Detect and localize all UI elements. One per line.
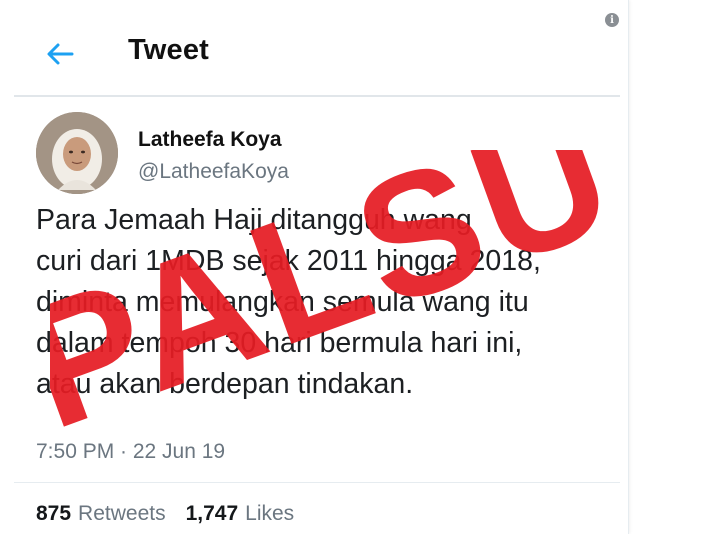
likes-label: Likes xyxy=(245,502,295,525)
retweets-count: 875 xyxy=(36,502,72,525)
tweet-text-line: curi dari 1MDB sejak 2011 hingga 2018, xyxy=(36,245,541,277)
author-name[interactable]: Latheefa Koya xyxy=(138,128,282,152)
likes-link[interactable]: 1,747 Likes xyxy=(186,502,295,526)
divider xyxy=(14,482,620,483)
divider xyxy=(14,95,620,97)
author-handle[interactable]: @LatheefaKoya xyxy=(138,160,289,184)
tweet-text-line: diminta memulangkan semula wang itu xyxy=(36,286,529,318)
retweets-link[interactable]: 875 Retweets xyxy=(36,502,166,526)
tweet-text-line: atau akan berdepan tindakan. xyxy=(36,368,414,400)
timestamp[interactable]: 7:50 PM · 22 Jun 19 xyxy=(36,440,225,464)
tweet-card: i Tweet Latheefa Koya @LatheefaKoya Para… xyxy=(0,0,629,534)
tweet-text-line: dalam tempoh 30 hari bermula hari ini, xyxy=(36,327,523,359)
likes-count: 1,747 xyxy=(185,502,239,525)
back-button[interactable] xyxy=(40,38,80,70)
arrow-left-icon xyxy=(47,43,74,65)
retweets-label: Retweets xyxy=(78,502,166,525)
avatar[interactable] xyxy=(36,112,118,194)
tweet-text-line: Para Jemaah Haji ditangguh wang xyxy=(36,204,472,236)
engagement-stats: 875 Retweets 1,747 Likes xyxy=(36,502,294,526)
page-title: Tweet xyxy=(128,34,210,66)
tweet-text: Para Jemaah Haji ditangguh wang curi dar… xyxy=(36,200,616,405)
header: Tweet xyxy=(0,0,628,100)
